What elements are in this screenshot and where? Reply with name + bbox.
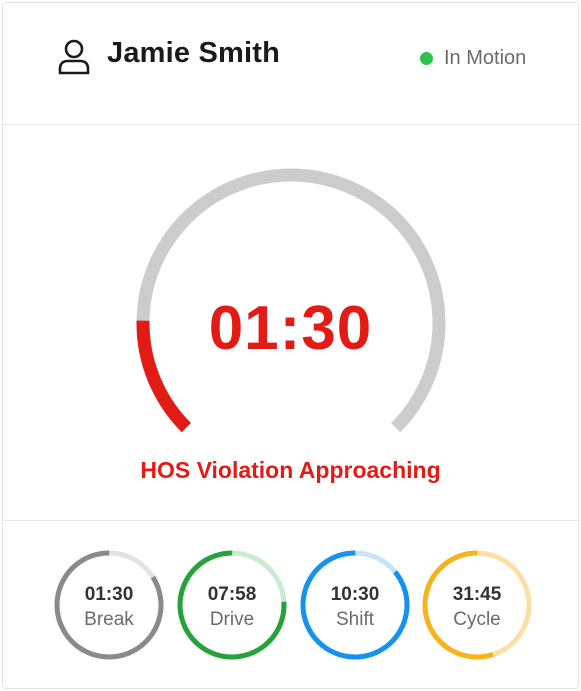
hos-warning: HOS Violation Approaching [140, 457, 441, 483]
drive-timer[interactable]: 07:58 Drive [175, 548, 289, 662]
driver-name: Jamie Smith [107, 37, 281, 69]
cycle-label: Cycle [453, 609, 501, 630]
driver-header: Jamie Smith In Motion [3, 3, 578, 125]
cycle-time: 31:45 [452, 584, 502, 605]
shift-time: 10:30 [330, 584, 380, 605]
driver-hos-card: Jamie Smith In Motion 01:30 HOS Violatio… [2, 2, 579, 689]
status-indicator-dot [420, 52, 433, 65]
timers-row: 01:30 Break 07:58 Drive 10:30 Shift 31:4… [3, 521, 578, 690]
break-time: 01:30 [84, 584, 134, 605]
cycle-timer[interactable]: 31:45 Cycle [420, 548, 534, 662]
drive-time: 07:58 [207, 584, 257, 605]
shift-timer[interactable]: 10:30 Shift [298, 548, 412, 662]
main-gauge-section: 01:30 HOS Violation Approaching [3, 125, 578, 521]
drive-label: Drive [209, 609, 255, 630]
user-icon [58, 39, 90, 75]
shift-label: Shift [335, 609, 375, 630]
break-timer[interactable]: 01:30 Break [52, 548, 166, 662]
remaining-time: 01:30 [208, 294, 373, 363]
break-label: Break [84, 609, 134, 630]
driver-status: In Motion [444, 47, 527, 69]
